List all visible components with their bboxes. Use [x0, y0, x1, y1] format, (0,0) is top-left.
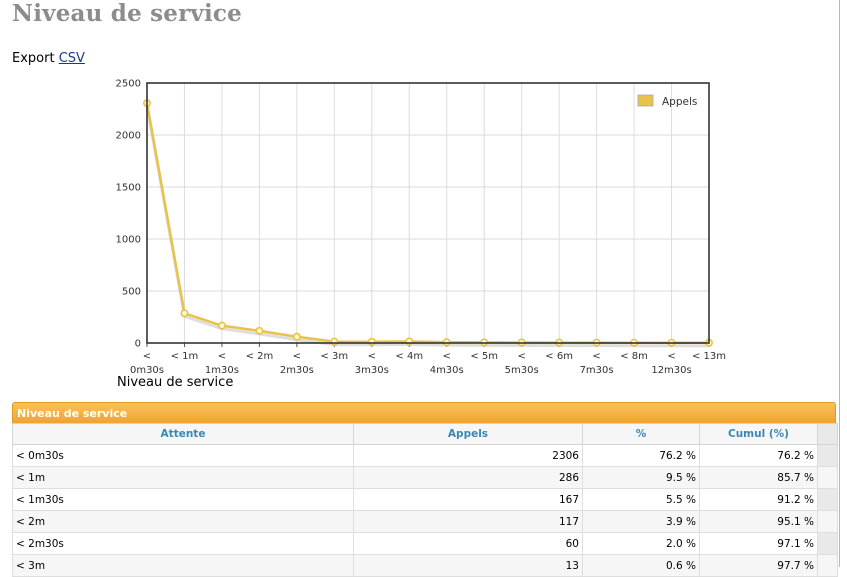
table-row[interactable]: < 1m 286 9.5 % 85.7 % — [12, 466, 838, 489]
table-row[interactable]: < 2m30s 60 2.0 % 97.1 % — [12, 532, 838, 555]
cell-cumul: 76.2 % — [699, 444, 818, 467]
table-row[interactable]: < 3m 13 0.6 % 97.7 % — [12, 554, 838, 577]
x-tick-label: < 1m — [171, 351, 199, 362]
cell-attente: < 0m30s — [12, 444, 354, 467]
x-tick-label: < — [293, 351, 301, 362]
x-tick-label: < — [667, 351, 675, 362]
service-level-table: Attente Appels % Cumul (%) < 0m30s 2306 76… — [12, 423, 838, 577]
table-row[interactable]: < 1m30s 167 5.5 % 91.2 % — [12, 488, 838, 511]
cell-attente: < 2m30s — [12, 532, 354, 555]
cell-percent: 5.5 % — [582, 488, 700, 511]
cell-percent: 9.5 % — [582, 466, 700, 489]
cell-attente: < 1m30s — [12, 488, 354, 511]
cell-appels: 60 — [353, 532, 583, 555]
scrollbar-track[interactable] — [817, 444, 838, 467]
data-point — [180, 309, 189, 318]
scrollbar-track[interactable] — [817, 466, 838, 489]
cell-attente: < 2m — [12, 510, 354, 533]
legend-label: Appels — [662, 96, 697, 108]
x-tick-label: < 6m — [545, 351, 573, 362]
x-tick-label-line2: 3m30s — [355, 365, 389, 376]
scrollbar-track[interactable] — [817, 488, 838, 511]
column-header-attente[interactable]: Attente — [12, 423, 354, 445]
data-point — [330, 337, 339, 346]
cell-appels: 286 — [353, 466, 583, 489]
y-tick-label: 2000 — [116, 131, 141, 142]
y-tick-label: 500 — [122, 287, 141, 298]
y-tick-label: 0 — [135, 339, 141, 350]
cell-percent: 76.2 % — [582, 444, 700, 467]
plot-area — [147, 83, 709, 343]
table-row[interactable]: < 2m 117 3.9 % 95.1 % — [12, 510, 838, 533]
x-tick-label-line2: 7m30s — [580, 365, 614, 376]
x-tick-label: < — [143, 351, 151, 362]
column-header-appels[interactable]: Appels — [353, 423, 583, 445]
y-tick-label: 1000 — [116, 235, 141, 246]
x-tick-label: < — [592, 351, 600, 362]
cell-cumul: 97.7 % — [699, 554, 818, 577]
service-level-chart: 05001000150020002500<0m30s< 1m <1m30s< 2m… — [116, 79, 726, 377]
x-tick-label: < — [368, 351, 376, 362]
x-tick-label: < 2m — [246, 351, 274, 362]
data-point — [255, 326, 264, 335]
table-row[interactable]: < 0m30s 2306 76.2 % 76.2 % — [12, 444, 838, 467]
chart-title: Niveau de service — [117, 375, 234, 390]
data-point — [442, 338, 451, 347]
cell-cumul: 97.1 % — [699, 532, 818, 555]
scrollbar-track[interactable] — [817, 532, 838, 555]
cell-attente: < 3m — [12, 554, 354, 577]
x-tick-label: < 4m — [395, 351, 423, 362]
data-point — [367, 337, 376, 346]
cell-cumul: 91.2 % — [699, 488, 818, 511]
x-tick-label: < 13m — [692, 351, 726, 362]
x-tick-label: < 8m — [620, 351, 648, 362]
y-tick-label: 2500 — [116, 79, 141, 90]
cell-cumul: 85.7 % — [699, 466, 818, 489]
cell-percent: 3.9 % — [582, 510, 700, 533]
cell-cumul: 95.1 % — [699, 510, 818, 533]
x-tick-label-line2: 2m30s — [280, 365, 314, 376]
x-tick-label: < 5m — [470, 351, 498, 362]
cell-appels: 117 — [353, 510, 583, 533]
scrollbar-track[interactable] — [817, 554, 838, 577]
cell-appels: 2306 — [353, 444, 583, 467]
x-tick-label: < 3m — [320, 351, 348, 362]
column-header-cumul[interactable]: Cumul (%) — [699, 423, 818, 445]
panel-header: Niveau de service — [12, 402, 836, 423]
x-tick-label-line2: 4m30s — [430, 365, 464, 376]
legend-swatch — [637, 94, 654, 107]
cell-percent: 0.6 % — [582, 554, 700, 577]
service-level-panel: Niveau de service Attente Appels % Cumul… — [12, 402, 838, 577]
x-tick-label: < — [443, 351, 451, 362]
cell-appels: 167 — [353, 488, 583, 511]
data-point — [217, 321, 226, 330]
column-header-percent[interactable]: % — [582, 423, 700, 445]
x-tick-label-line2: 12m30s — [651, 365, 691, 376]
table-header-row: Attente Appels % Cumul (%) — [12, 423, 838, 445]
x-tick-label: < — [218, 351, 226, 362]
cell-percent: 2.0 % — [582, 532, 700, 555]
x-tick-label-line2: 5m30s — [505, 365, 539, 376]
data-point — [292, 332, 301, 341]
scrollbar-track[interactable] — [817, 510, 838, 533]
cell-attente: < 1m — [12, 466, 354, 489]
cell-appels: 13 — [353, 554, 583, 577]
y-tick-label: 1500 — [116, 183, 141, 194]
scrollbar-header — [817, 423, 838, 445]
x-tick-label: < — [517, 351, 525, 362]
